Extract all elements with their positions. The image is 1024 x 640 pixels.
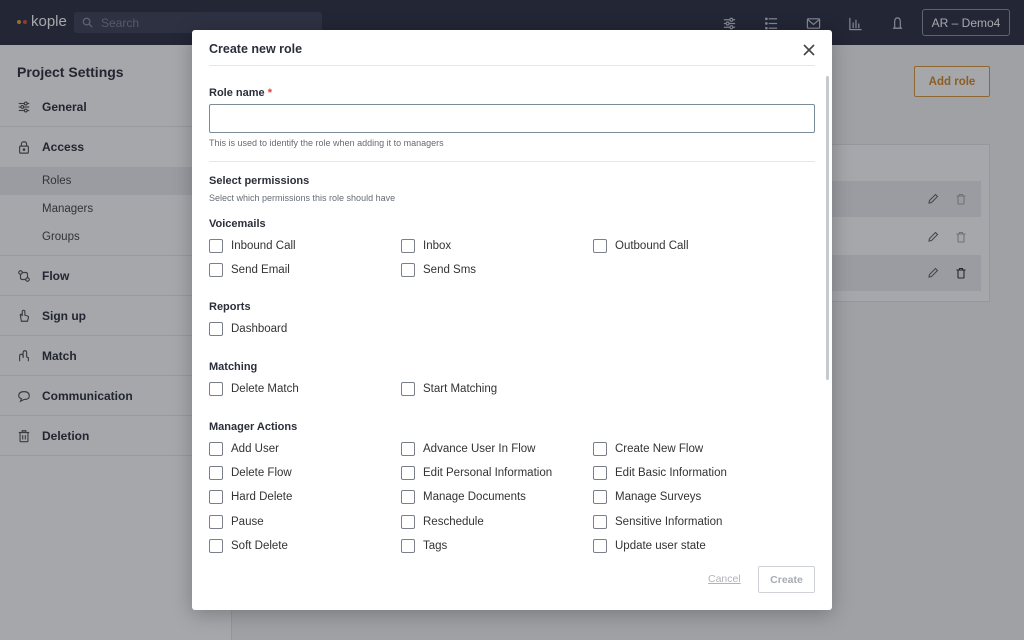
checkbox-icon[interactable] [401,490,415,505]
checkbox-icon[interactable] [401,442,415,456]
role-name-label: Role name * [209,87,272,99]
permission-checkbox[interactable]: Add User [209,442,279,456]
create-button[interactable]: Create [758,566,815,593]
permission-label: Edit Basic Information [615,467,727,480]
checkbox-icon[interactable] [209,239,223,253]
permission-label: Hard Delete [231,491,293,504]
checkbox-icon[interactable] [401,263,415,278]
permission-label: Reschedule [423,515,484,528]
checkbox-icon[interactable] [401,466,415,481]
checkbox-icon[interactable] [209,382,223,396]
permission-group-title: Reports [209,301,251,313]
permission-checkbox[interactable]: Pause [209,514,264,529]
checkbox-icon[interactable] [593,514,607,529]
permission-label: Advance User In Flow [423,443,536,455]
permission-checkbox[interactable]: Dashboard [209,322,287,336]
permission-label: Update user state [615,539,706,552]
permission-label: Inbound Call [231,240,296,252]
checkbox-icon[interactable] [593,538,607,553]
permission-checkbox[interactable]: Sensitive Information [593,514,723,529]
permission-label: Inbox [423,240,452,252]
permission-group-title: Manager Actions [209,421,298,433]
permission-checkbox[interactable]: Edit Basic Information [593,466,727,481]
permission-checkbox[interactable]: Advance User In Flow [401,442,536,456]
permission-checkbox[interactable]: Inbound Call [209,239,296,253]
permission-checkbox[interactable]: Update user state [593,538,706,553]
checkbox-icon[interactable] [593,490,607,505]
permission-checkbox[interactable]: Inbox [401,239,451,253]
permission-checkbox[interactable]: Tags [401,538,448,553]
permission-checkbox[interactable]: Delete Match [209,382,299,396]
permission-label: Send Sms [423,264,477,277]
permission-label: Send Email [231,264,290,277]
checkbox-icon[interactable] [401,514,415,529]
checkbox-icon[interactable] [401,382,415,396]
permission-label: Delete Flow [231,467,292,480]
close-icon [802,43,815,56]
permission-label: Manage Surveys [615,491,702,504]
checkbox-icon[interactable] [209,322,223,336]
permission-label: Outbound Call [615,240,689,252]
permission-label: Tags [423,539,448,552]
permissions-title: Select permissions [209,175,310,187]
permission-label: Create New Flow [615,443,704,455]
role-name-label-text: Role name [209,87,265,99]
checkbox-icon[interactable] [593,239,607,253]
permission-checkbox[interactable]: Manage Documents [401,490,526,505]
required-mark: * [267,87,272,99]
permission-label: Sensitive Information [615,515,723,528]
permission-checkbox[interactable]: Reschedule [401,514,484,529]
checkbox-icon[interactable] [401,538,415,553]
checkbox-icon[interactable] [209,514,223,529]
create-role-modal: Create new role Role name * This is used… [192,30,832,610]
close-button[interactable] [801,42,816,57]
divider [209,161,815,162]
permission-checkbox[interactable]: Soft Delete [209,538,288,553]
permission-checkbox[interactable]: Manage Surveys [593,490,702,505]
permission-checkbox[interactable]: Delete Flow [209,466,292,481]
checkbox-icon[interactable] [593,442,607,456]
checkbox-icon[interactable] [209,490,223,505]
permission-label: Start Matching [423,383,498,395]
permission-checkbox[interactable]: Create New Flow [593,442,703,456]
checkbox-icon[interactable] [401,239,415,253]
scrollbar[interactable] [826,76,829,380]
permission-checkbox[interactable]: Outbound Call [593,239,689,253]
permission-label: Delete Match [231,383,299,395]
permission-checkbox[interactable]: Send Sms [401,263,477,278]
modal-title: Create new role [209,42,303,56]
permission-label: Dashboard [231,323,288,335]
permission-checkbox[interactable]: Edit Personal Information [401,466,553,481]
role-name-input[interactable] [209,104,815,133]
checkbox-icon[interactable] [209,263,223,278]
role-name-help: This is used to identify the role when a… [209,138,444,148]
cancel-button[interactable]: Cancel [708,573,741,585]
permission-label: Edit Personal Information [423,467,553,480]
permission-label: Manage Documents [423,491,526,504]
permission-group-title: Matching [209,361,258,373]
checkbox-icon[interactable] [209,466,223,481]
divider [209,65,815,66]
permission-checkbox[interactable]: Hard Delete [209,490,293,505]
checkbox-icon[interactable] [209,442,223,456]
checkbox-icon[interactable] [209,538,223,553]
checkbox-icon[interactable] [593,466,607,481]
permissions-subtitle: Select which permissions this role shoul… [209,193,396,203]
permission-label: Pause [231,515,264,528]
permission-checkbox[interactable]: Send Email [209,263,290,278]
permission-group-title: Voicemails [209,218,266,230]
permission-label: Soft Delete [231,539,288,552]
permission-label: Add User [231,443,279,455]
permission-checkbox[interactable]: Start Matching [401,382,497,396]
